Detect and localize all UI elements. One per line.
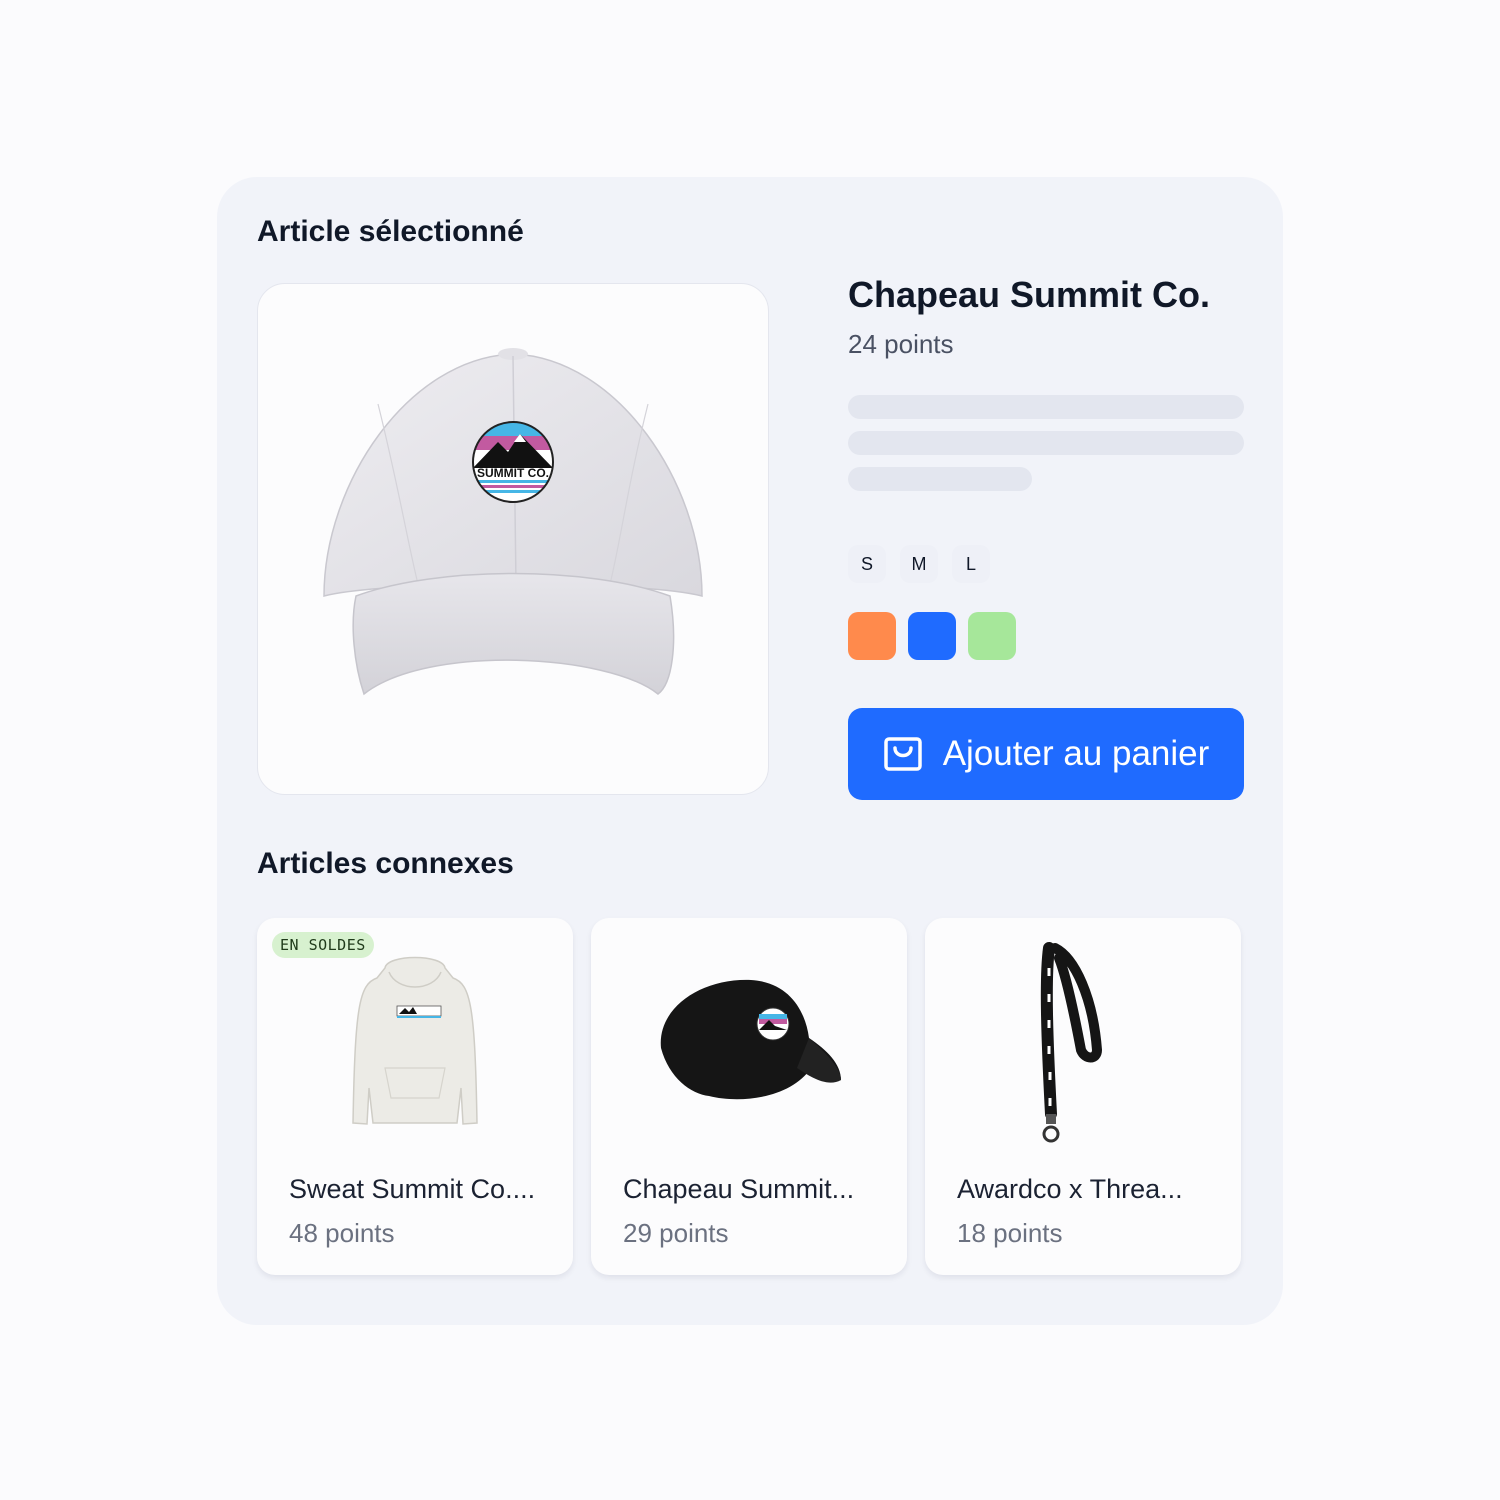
product-image: SUMMIT CO. (257, 283, 769, 795)
logo-text: SUMMIT CO. (477, 466, 549, 480)
description-placeholder-line (848, 395, 1244, 419)
related-item-card[interactable]: Chapeau Summit... 29 points (591, 918, 907, 1275)
related-items-list: EN SOLDES Sweat Summit Co.... 48 points … (257, 918, 1241, 1275)
size-selector: S M L (848, 545, 990, 583)
add-to-cart-button[interactable]: Ajouter au panier (848, 708, 1244, 800)
size-option-s[interactable]: S (848, 545, 886, 583)
color-selector (848, 612, 1016, 660)
size-option-m[interactable]: M (900, 545, 938, 583)
product-name: Chapeau Summit Co. (848, 274, 1211, 315)
lanyard-image (1040, 942, 1103, 1143)
black-cap-image (660, 979, 841, 1100)
color-swatch-green[interactable] (968, 612, 1016, 660)
shopping-bag-icon (883, 736, 923, 772)
related-item-name: Awardco x Threa... (957, 1174, 1183, 1204)
related-item-points: 18 points (957, 1218, 1063, 1248)
description-placeholder-line (848, 467, 1032, 491)
related-item-name: Sweat Summit Co.... (289, 1174, 536, 1204)
related-item-name: Chapeau Summit... (623, 1174, 855, 1204)
color-swatch-blue[interactable] (908, 612, 956, 660)
related-item-points: 29 points (623, 1218, 729, 1248)
product-points: 24 points (848, 329, 954, 359)
product-panel: Article sélectionné SUMMIT CO. Chapeau S… (217, 177, 1283, 1325)
white-cap-image: SUMMIT CO. (323, 348, 703, 696)
related-item-card[interactable]: Awardco x Threa... 18 points (925, 918, 1241, 1275)
related-item-card[interactable]: EN SOLDES Sweat Summit Co.... 48 points (257, 918, 573, 1275)
color-swatch-orange[interactable] (848, 612, 896, 660)
product-info: Chapeau Summit Co. 24 points S M L Ajout… (848, 273, 1244, 800)
section-title-selected: Article sélectionné (257, 215, 524, 248)
sale-badge: EN SOLDES (272, 932, 374, 958)
section-title-related: Articles connexes (257, 847, 514, 880)
description-placeholder-line (848, 431, 1244, 455)
add-to-cart-label: Ajouter au panier (942, 734, 1210, 773)
size-option-l[interactable]: L (952, 545, 990, 583)
related-item-points: 48 points (289, 1218, 395, 1248)
